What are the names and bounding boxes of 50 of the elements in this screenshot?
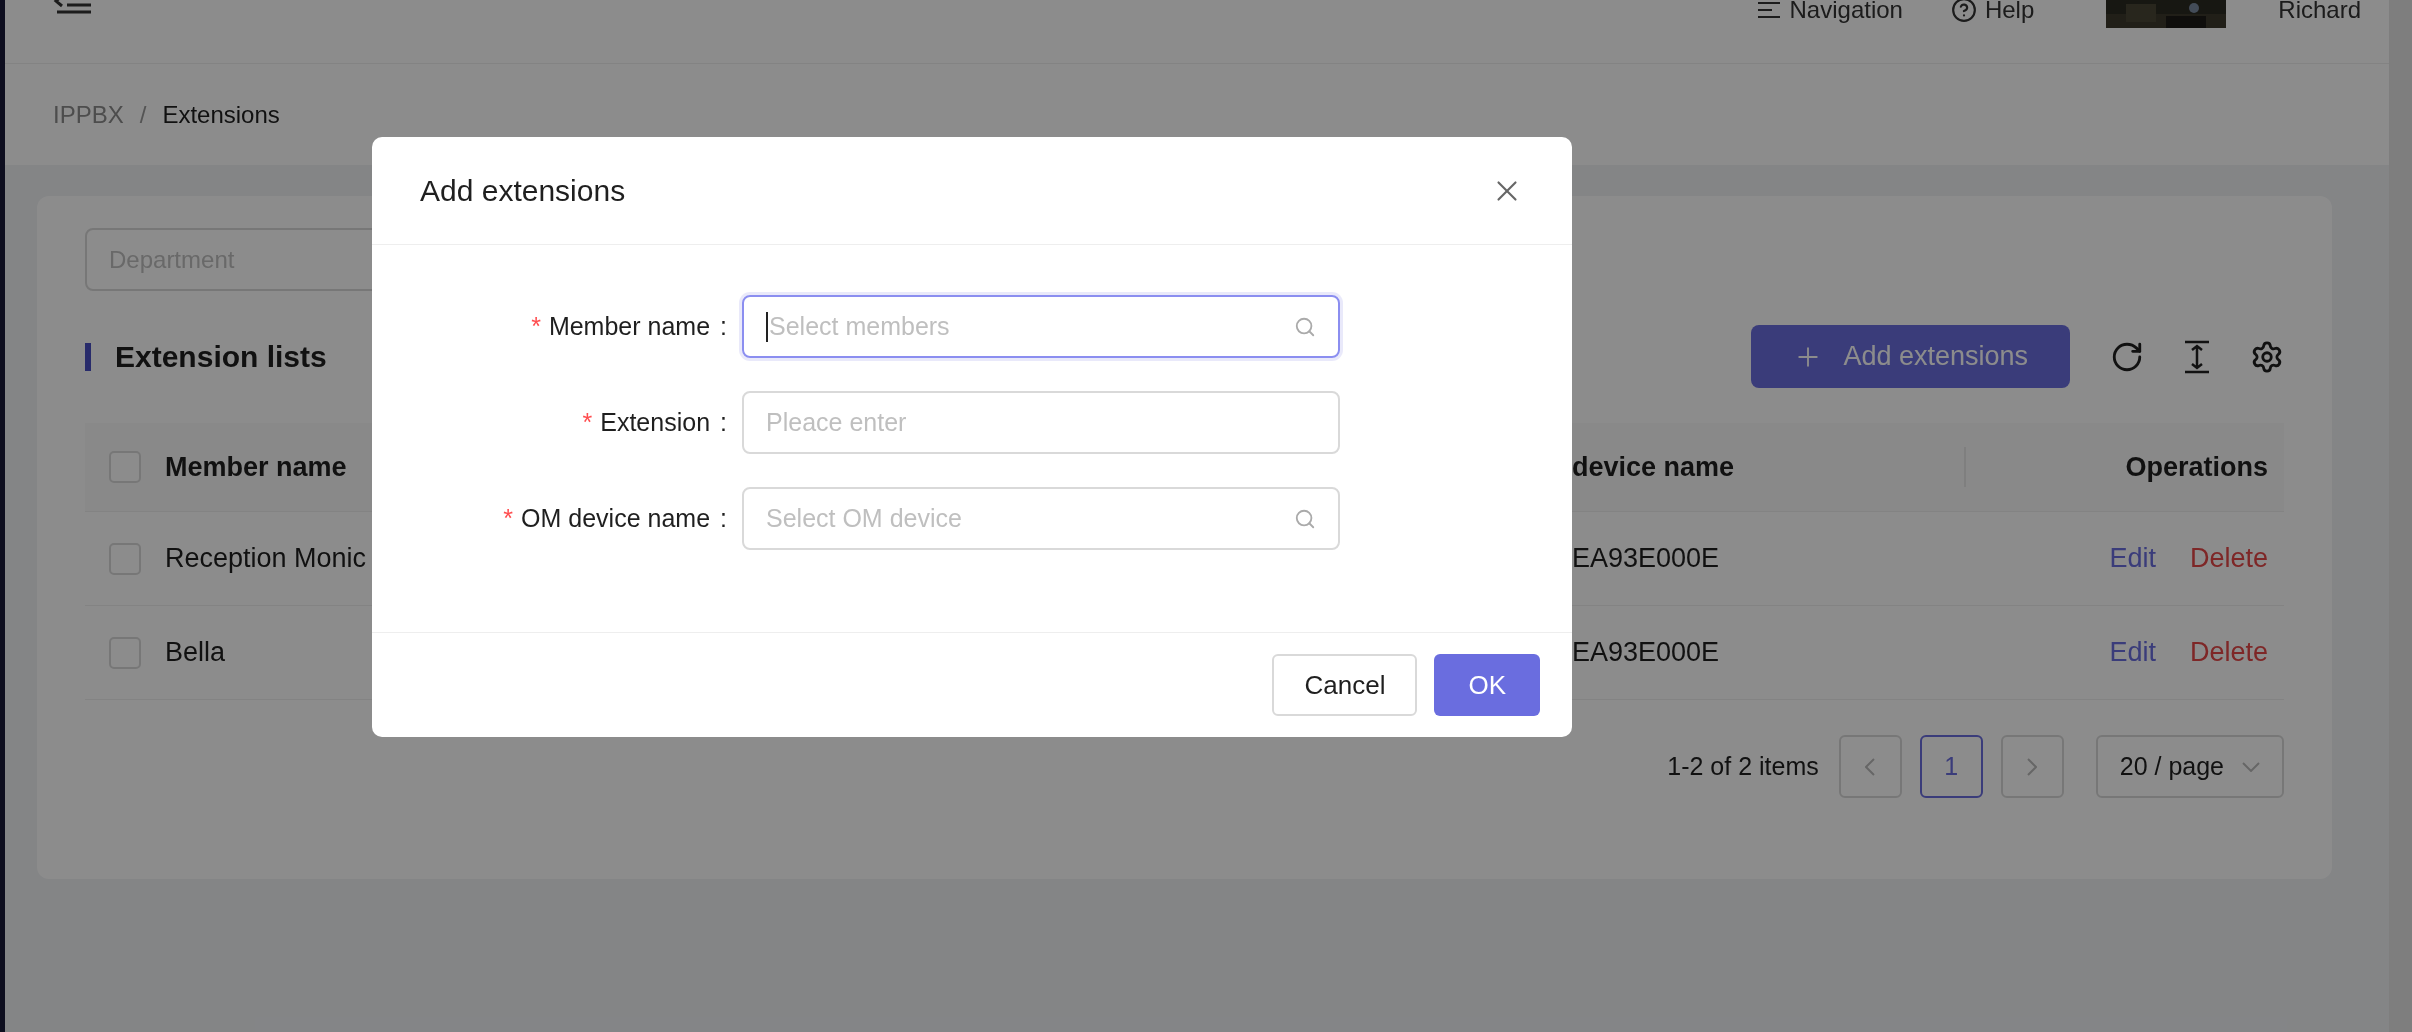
table-cell: EA93E000E	[1572, 543, 1720, 574]
search-icon	[1294, 315, 1316, 338]
delete-link[interactable]: Delete	[2189, 632, 2268, 673]
input-field[interactable]: Pleace enter	[742, 391, 1340, 454]
chevron-left-icon	[1865, 757, 1876, 776]
required-mark: *	[582, 406, 593, 438]
help-icon	[1950, 0, 1977, 23]
table-cell: EA93E000E	[1572, 637, 1720, 668]
search-icon	[1294, 507, 1316, 530]
ok-button[interactable]: OK	[1434, 654, 1540, 716]
settings-icon[interactable]	[2250, 339, 2284, 374]
page-button[interactable]: 1	[1919, 735, 1983, 798]
header-link[interactable]: Help	[1950, 0, 2035, 28]
breadcrumb-item: Extensions	[162, 99, 280, 130]
field-label: OM device name	[521, 502, 711, 534]
add-extensions-button[interactable]: Add extensions	[1751, 325, 2070, 388]
cancel-button[interactable]: Cancel	[1272, 654, 1418, 716]
previous-page-button[interactable]	[1838, 735, 1902, 798]
chevron-right-icon	[2027, 757, 2038, 776]
field-label: Member name	[548, 310, 711, 342]
menu-fold-icon[interactable]	[53, 0, 93, 16]
column-header: Member name	[165, 451, 347, 482]
breadcrumb-item[interactable]: IPPBX	[53, 96, 124, 133]
search-select-field[interactable]: Select members	[742, 295, 1340, 358]
field-label: Extension	[600, 406, 711, 438]
table-cell: Reception Monic	[165, 543, 367, 574]
section-title: Extension lists	[115, 339, 327, 375]
label-colon: :	[720, 502, 727, 534]
dialog-title: Add extensions	[420, 173, 626, 209]
label-colon: :	[720, 310, 727, 342]
column-header: device name	[1572, 450, 1735, 484]
next-page-button[interactable]	[2000, 735, 2064, 798]
delete-link[interactable]: Delete	[2189, 538, 2268, 579]
user-name[interactable]: Richard	[2278, 0, 2361, 28]
column-header: Operations	[2125, 450, 2268, 484]
row-height-icon[interactable]	[2182, 339, 2212, 374]
required-mark: *	[531, 310, 541, 342]
page-size-select[interactable]: 20 / page	[2095, 735, 2284, 798]
header-link[interactable]: Navigation	[1755, 0, 1903, 28]
pagination-summary: 1-2 of 2 items	[1667, 750, 1819, 782]
chevron-down-icon	[2242, 761, 2260, 772]
list-icon	[1755, 0, 1782, 20]
search-select-field[interactable]: Select OM device	[742, 487, 1340, 550]
breadcrumb-separator: /	[139, 99, 147, 130]
section-marker	[85, 342, 91, 371]
required-mark: *	[503, 502, 514, 534]
edit-link[interactable]: Edit	[2109, 538, 2156, 579]
edit-link[interactable]: Edit	[2109, 632, 2156, 673]
label-colon: :	[720, 406, 727, 438]
table-cell: Bella	[165, 637, 226, 668]
